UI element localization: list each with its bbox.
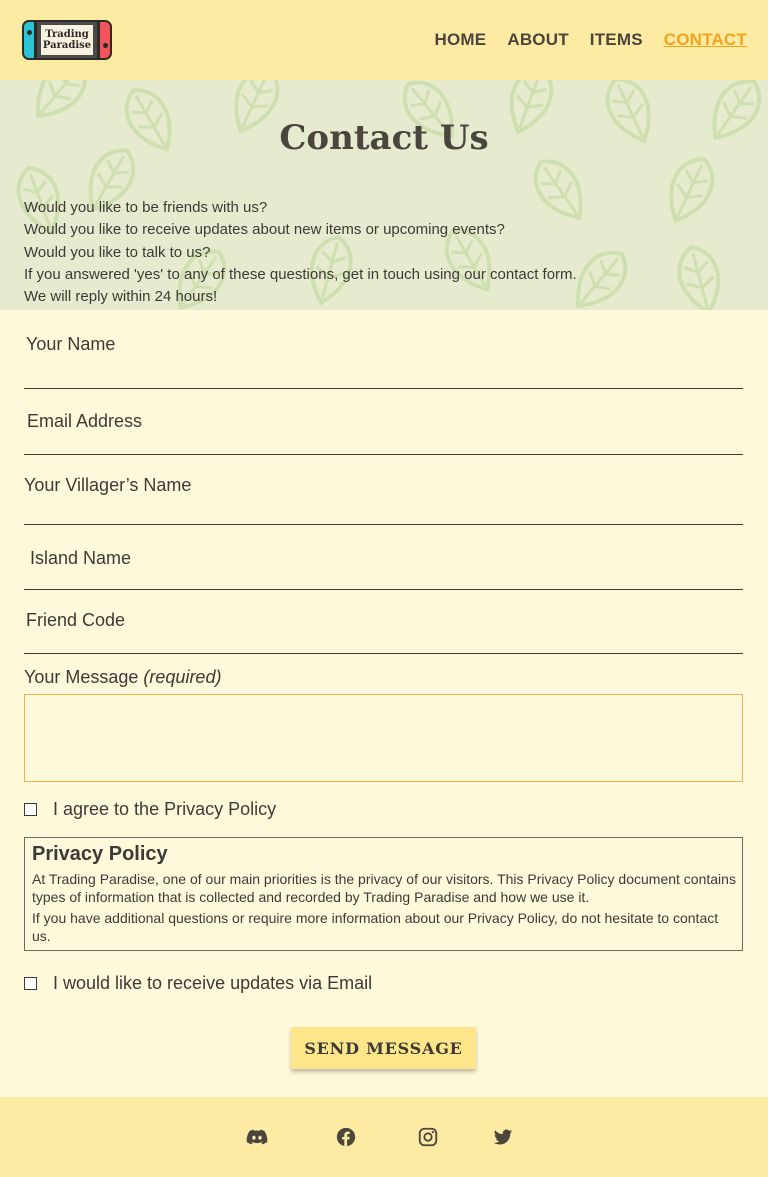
email-updates-row[interactable]: I would like to receive updates via Emai…	[24, 972, 743, 994]
hero-line-5: We will reply within 24 hours!	[24, 288, 218, 306]
contact-form: Your Name Email Address Your Villager’s …	[0, 310, 768, 1069]
main-nav: HOME ABOUT ITEMS CONTACT	[435, 30, 747, 50]
logo-screen: Trading Paradise	[35, 20, 99, 60]
hero-line-2: Would you like to receive updates about …	[24, 221, 505, 239]
required-marker: (required)	[143, 667, 222, 687]
joycon-left-icon	[22, 20, 36, 60]
name-field[interactable]: Your Name	[24, 310, 743, 389]
privacy-agree-checkbox[interactable]	[24, 802, 37, 816]
logo[interactable]: Trading Paradise	[22, 20, 112, 60]
logo-text: Trading Paradise	[41, 25, 93, 55]
send-message-button[interactable]: SEND MESSAGE	[291, 1027, 476, 1069]
privacy-agree-row[interactable]: I agree to the Privacy Policy	[24, 798, 743, 820]
name-label: Your Name	[26, 334, 116, 354]
site-header: Trading Paradise HOME ABOUT ITEMS CONTAC…	[0, 0, 768, 80]
friend-code-input[interactable]	[24, 631, 743, 661]
discord-icon[interactable]	[246, 1126, 268, 1148]
nav-contact[interactable]: CONTACT	[664, 30, 747, 50]
message-label-text: Your Message	[24, 667, 144, 687]
facebook-icon[interactable]	[335, 1126, 357, 1148]
villager-field[interactable]: Your Villager’s Name	[24, 455, 743, 526]
privacy-agree-label: I agree to the Privacy Policy	[53, 798, 277, 819]
island-field[interactable]: Island Name	[24, 525, 743, 599]
logo-line-2: Paradise	[42, 40, 92, 51]
email-updates-label: I would like to receive updates via Emai…	[53, 972, 373, 993]
email-label: Email Address	[27, 411, 143, 431]
privacy-policy-p2: If you have additional questions or requ…	[32, 910, 719, 944]
hero-line-1: Would you like to be friends with us?	[24, 199, 268, 216]
nav-home[interactable]: HOME	[435, 30, 487, 50]
privacy-policy-box[interactable]: Privacy Policy At Trading Paradise, one …	[24, 837, 743, 951]
name-input[interactable]	[24, 355, 743, 385]
submit-wrap: SEND MESSAGE	[24, 1027, 743, 1069]
contact-hero: Contact Us Would you like to be friends …	[0, 80, 768, 310]
villager-label: Your Villager’s Name	[24, 475, 192, 495]
page-title: Contact Us	[279, 118, 489, 158]
privacy-policy-title: Privacy Policy	[32, 843, 168, 865]
friend-code-label: Friend Code	[26, 610, 126, 630]
privacy-policy-p1: At Trading Paradise, one of our main pri…	[32, 871, 736, 905]
friend-code-field[interactable]: Friend Code	[24, 590, 743, 661]
message-textarea[interactable]	[24, 694, 743, 782]
instagram-icon[interactable]	[417, 1126, 439, 1148]
joycon-right-icon	[98, 20, 112, 60]
site-footer	[0, 1097, 768, 1177]
twitter-icon[interactable]	[492, 1126, 514, 1148]
email-field[interactable]: Email Address	[24, 389, 743, 462]
nav-items[interactable]: ITEMS	[590, 30, 643, 50]
hero-line-4: If you answered 'yes' to any of these qu…	[24, 265, 577, 283]
island-label: Island Name	[30, 548, 132, 568]
logo-line-1: Trading	[45, 29, 89, 40]
message-label: Your Message (required)	[24, 667, 743, 688]
email-updates-checkbox[interactable]	[24, 976, 37, 990]
nav-about[interactable]: ABOUT	[507, 30, 568, 50]
villager-input[interactable]	[24, 496, 743, 526]
hero-line-3: Would you like to talk to us?	[24, 243, 211, 261]
